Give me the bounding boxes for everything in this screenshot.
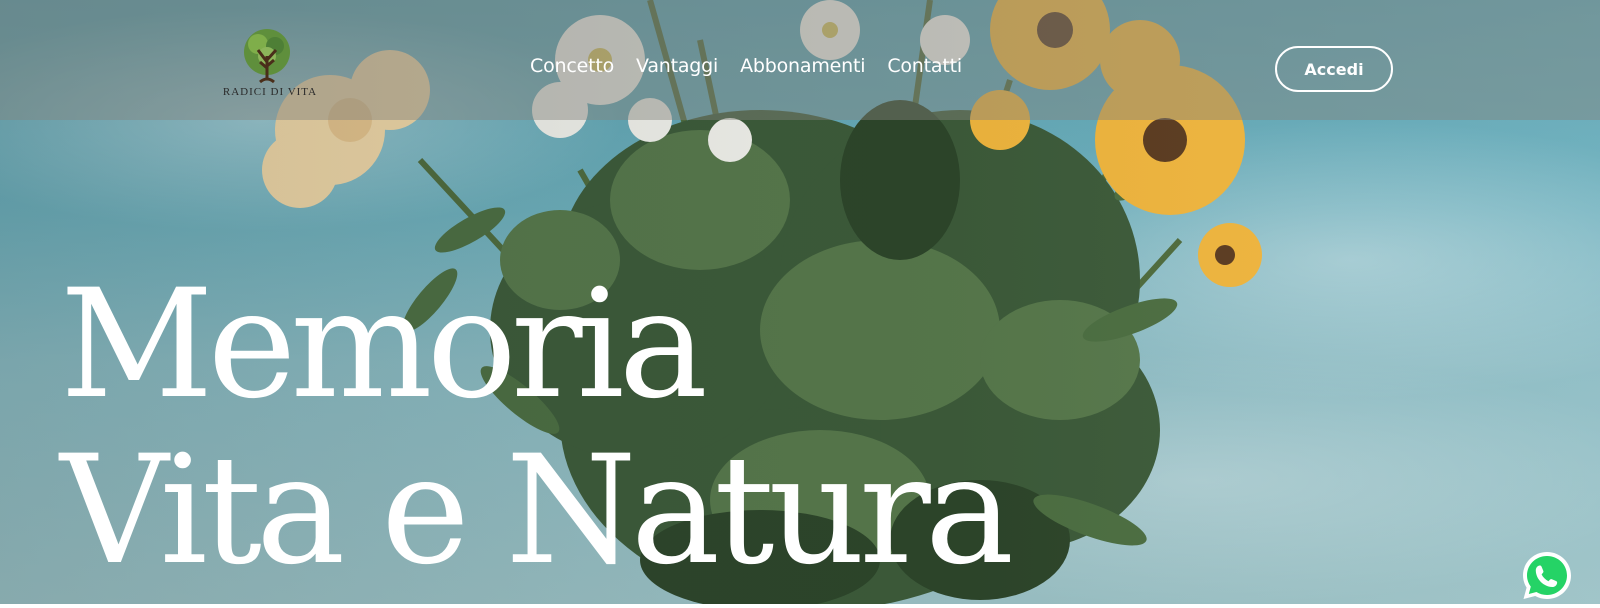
hero-headline-line-1: Memoria (60, 258, 708, 432)
whatsapp-button[interactable] (1519, 548, 1575, 604)
hero-headline: Memoria Vita e Natura (60, 258, 1014, 598)
nav-item-contatti[interactable]: Contatti (887, 55, 962, 77)
nav-item-abbonamenti[interactable]: Abbonamenti (740, 55, 865, 77)
login-button[interactable]: Accedi (1275, 46, 1393, 92)
tree-logo-icon (244, 29, 290, 84)
hero-section: RADICI DI VITA Concetto Vantaggi Abbonam… (0, 0, 1600, 604)
nav-item-vantaggi[interactable]: Vantaggi (636, 55, 718, 77)
site-logo[interactable]: RADICI DI VITA (220, 26, 320, 102)
logo-wordmark: RADICI DI VITA (222, 86, 318, 98)
nav-item-concetto[interactable]: Concetto (530, 55, 614, 77)
main-navigation: Concetto Vantaggi Abbonamenti Contatti (530, 55, 962, 77)
header-bar: RADICI DI VITA Concetto Vantaggi Abbonam… (0, 0, 1600, 120)
whatsapp-icon (1523, 552, 1571, 599)
hero-headline-line-2: Vita e Natura (60, 424, 1014, 598)
page-bottom-edge (0, 604, 1600, 608)
